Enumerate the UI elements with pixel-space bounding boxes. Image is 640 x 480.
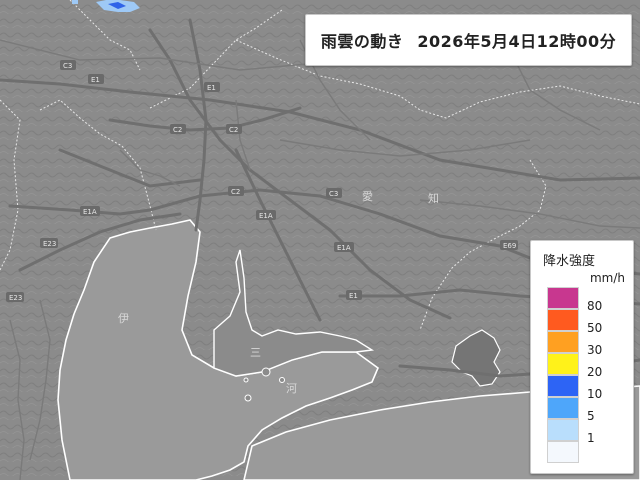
- road-label: E1: [207, 84, 216, 92]
- place-label: 河: [286, 382, 297, 395]
- legend-swatch: [547, 375, 579, 397]
- legend-swatch: [547, 397, 579, 419]
- legend-swatch: [547, 419, 579, 441]
- legend-swatch: [547, 287, 579, 309]
- legend-swatch: [547, 309, 579, 331]
- place-label: 愛: [362, 190, 373, 203]
- road-label: E1A: [83, 208, 97, 216]
- road-label: E1: [349, 292, 358, 300]
- place-label: 知: [428, 191, 439, 205]
- legend-label: 5: [587, 409, 595, 423]
- road-label: E1A: [259, 212, 273, 220]
- legend-label: 50: [587, 321, 603, 335]
- road-label: E1A: [337, 244, 351, 252]
- legend-swatch: [547, 441, 579, 463]
- road-label: C2: [229, 126, 238, 134]
- place-label: 三: [250, 346, 261, 359]
- place-label: 伊: [118, 312, 129, 325]
- map-title: 雨雲の動き: [320, 32, 404, 51]
- legend-label: 30: [587, 343, 603, 357]
- road-label: C3: [63, 62, 72, 70]
- legend-title: 降水強度: [543, 254, 596, 269]
- road-label: C3: [329, 190, 338, 198]
- legend-label: 20: [587, 365, 603, 379]
- road-label: E23: [9, 294, 22, 302]
- title-box: 雨雲の動き 2026年5月4日12時00分: [305, 14, 632, 66]
- legend-label: 1: [587, 431, 595, 445]
- road-label: C2: [173, 126, 182, 134]
- legend-swatch: [547, 331, 579, 353]
- road-label: E1: [91, 76, 100, 84]
- legend-label: 10: [587, 387, 603, 401]
- legend-label: 80: [587, 299, 603, 313]
- road-label: E23: [43, 240, 56, 248]
- observation-datetime: 2026年5月4日12時00分: [417, 32, 617, 51]
- legend-swatch: [547, 353, 579, 375]
- road-label: E69: [503, 242, 516, 250]
- road-label: C2: [231, 188, 240, 196]
- legend-unit: mm/h: [589, 271, 625, 285]
- precipitation-legend: 降水強度 mm/h 80 50 30 20 10 5 1: [530, 240, 634, 474]
- weather-map-view: C3 E1 E1 C2 C2 E1A C3 E1A E23 E1 E1A E23…: [0, 0, 640, 480]
